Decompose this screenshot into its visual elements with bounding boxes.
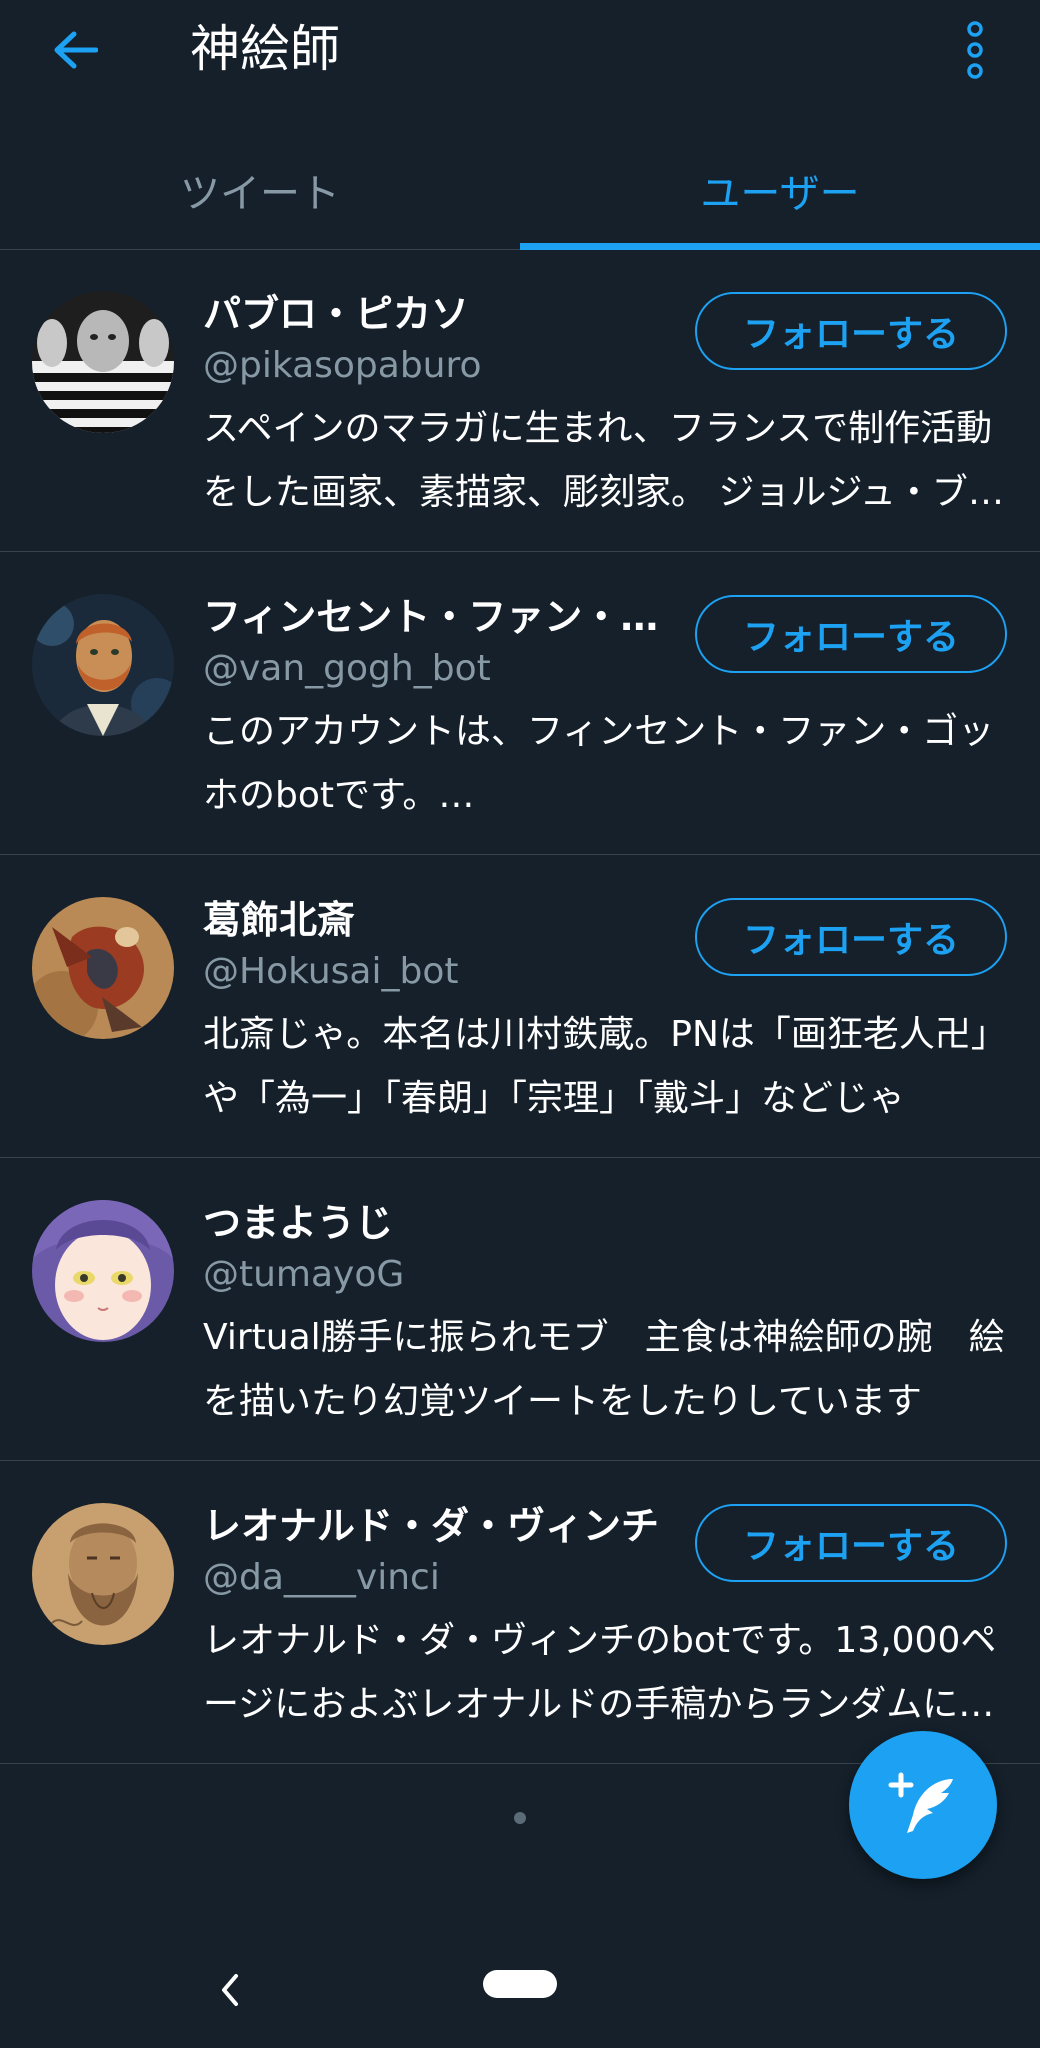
user-handle: @pikasopaburo <box>203 345 482 386</box>
user-name: レオナルド・ダ・ヴィンチ <box>203 1504 660 1548</box>
system-navigation-bar <box>0 1920 1040 2048</box>
user-handle: @da____vinci <box>203 1557 440 1598</box>
top-app-bar: 神絵師 <box>0 0 1040 100</box>
more-vertical-icon <box>967 21 983 79</box>
avatar[interactable] <box>32 291 174 433</box>
search-tabs: ツイート ユーザー <box>0 130 1040 250</box>
home-pill-icon[interactable] <box>483 1970 557 1998</box>
more-options-button[interactable] <box>950 18 1000 82</box>
user-bio: レオナルド・ダ・ヴィンチのbotです。13,000ページにおよぶレオナルドの手稿… <box>203 1620 997 1725</box>
avatar[interactable] <box>32 1503 174 1645</box>
user-name: パブロ・ピカソ <box>203 292 470 336</box>
loading-indicator <box>514 1812 526 1824</box>
user-handle: @Hokusai_bot <box>203 951 459 992</box>
user-bio: スペインのマラガに生まれ、フランスで制作活動をした画家、素描家、彫刻家。 ジョル… <box>203 408 1004 513</box>
user-row[interactable]: つまようじ @tumayoG Virtual勝手に振られモブ 主食は神絵師の腕 … <box>0 1158 1040 1461</box>
avatar[interactable] <box>32 1200 174 1342</box>
chevron-left-icon <box>222 1974 238 2006</box>
user-bio: このアカウントは、フィンセント・ファン・ゴッホのbotです。… <box>203 711 995 816</box>
user-handle: @van_gogh_bot <box>203 648 491 689</box>
follow-button[interactable]: フォローする <box>695 292 1007 370</box>
page-title: 神絵師 <box>190 20 340 78</box>
user-row[interactable]: レオナルド・ダ・ヴィンチ @da____vinci レオナルド・ダ・ヴィンチのb… <box>0 1461 1040 1764</box>
compose-tweet-button[interactable] <box>849 1731 997 1879</box>
arrow-left-icon <box>54 31 98 69</box>
compose-tweet-icon <box>888 1772 953 1833</box>
avatar[interactable] <box>32 594 174 736</box>
user-name: つまようじ <box>203 1201 394 1245</box>
back-button[interactable] <box>40 18 110 82</box>
user-row[interactable]: 葛飾北斎 @Hokusai_bot 北斎じゃ。本名は川村鉄蔵。PNは「画狂老人卍… <box>0 855 1040 1158</box>
user-name: 葛飾北斎 <box>203 898 356 942</box>
user-list: パブロ・ピカソ @pikasopaburo スペインのマラガに生まれ、フランスで… <box>0 249 1040 1764</box>
user-row[interactable]: フィンセント・ファン・ゴッホ @van_gogh_bot このアカウントは、フィ… <box>0 552 1040 855</box>
user-row[interactable]: パブロ・ピカソ @pikasopaburo スペインのマラガに生まれ、フランスで… <box>0 249 1040 552</box>
user-bio: 北斎じゃ。本名は川村鉄蔵。PNは「画狂老人卍」や「為一」「春朗」「宗理」「戴斗」… <box>203 1014 1007 1119</box>
user-name: フィンセント・ファン・ゴッホ <box>203 595 673 639</box>
follow-button[interactable]: フォローする <box>695 1504 1007 1582</box>
system-back-button[interactable] <box>200 1960 260 2020</box>
user-bio: Virtual勝手に振られモブ 主食は神絵師の腕 絵を描いたり幻覚ツイートをした… <box>203 1317 1005 1422</box>
user-handle: @tumayoG <box>203 1254 405 1295</box>
avatar[interactable] <box>32 897 174 1039</box>
tab-tweets[interactable]: ツイート <box>0 130 520 249</box>
follow-button[interactable]: フォローする <box>695 595 1007 673</box>
follow-button[interactable]: フォローする <box>695 898 1007 976</box>
tab-users[interactable]: ユーザー <box>520 130 1040 249</box>
